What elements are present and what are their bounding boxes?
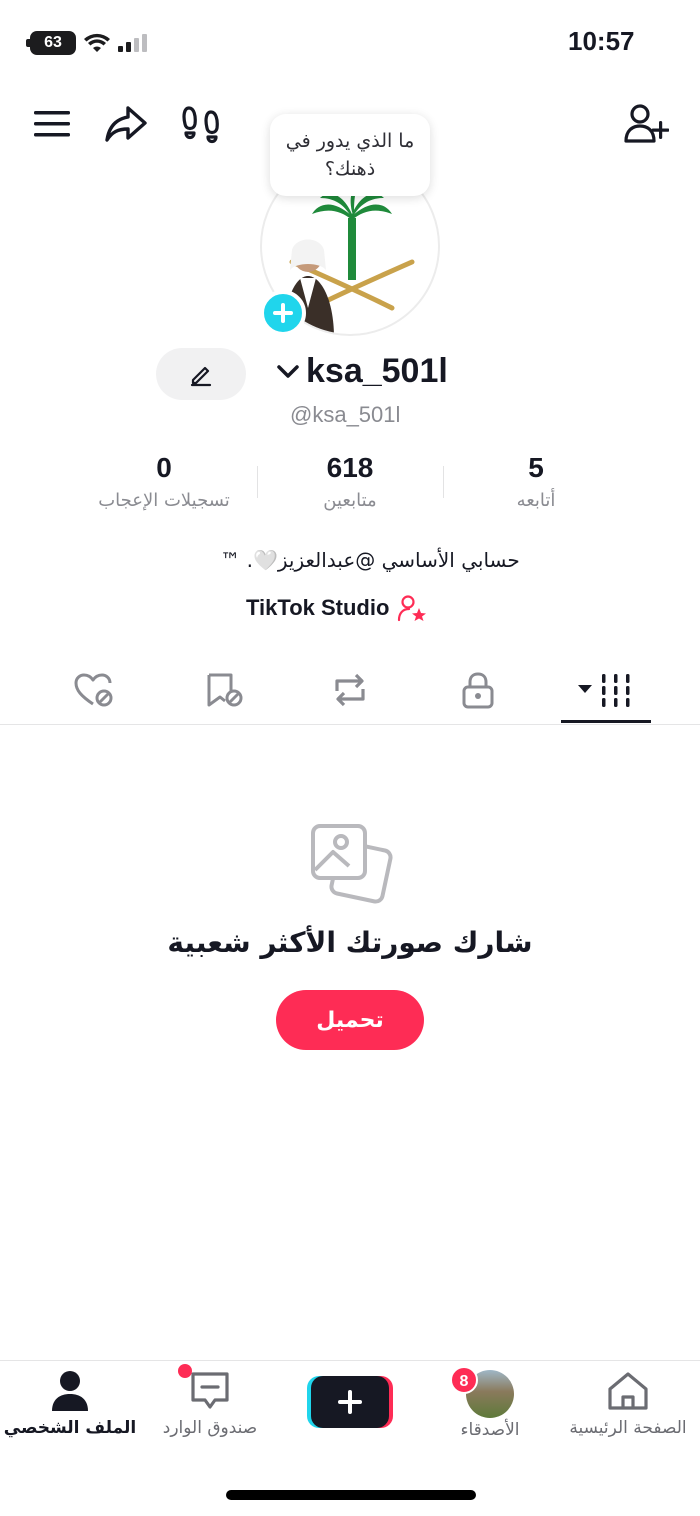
tab-reposts[interactable]	[320, 664, 380, 716]
edit-profile-button[interactable]	[156, 348, 246, 400]
favorites-hidden-icon	[207, 673, 243, 707]
photo-stack-icon	[311, 824, 393, 904]
add-user-icon	[624, 104, 669, 143]
tab-liked[interactable]	[64, 664, 124, 716]
menu-button[interactable]	[28, 100, 76, 148]
followers-count: 618	[326, 452, 374, 483]
nav-profile[interactable]: الملف الشخصي	[0, 1370, 150, 1438]
profile-views-button[interactable]	[178, 100, 226, 148]
inbox-notification-dot	[178, 1364, 192, 1378]
creator-star-icon	[398, 595, 427, 622]
tab-posts[interactable]	[574, 664, 638, 716]
tab-favorites[interactable]	[194, 664, 254, 716]
profile-bio: حسابي الأساسي @عبدالعزيز🤍. ™	[220, 548, 520, 572]
likes-count: 0	[156, 452, 172, 483]
chevron-down-icon	[277, 364, 299, 378]
note-bubble-text: ما الذي يدور في ذهنك؟	[285, 130, 415, 180]
bottom-nav-divider	[0, 1360, 700, 1361]
followers-label: متابعين	[323, 490, 377, 511]
battery-indicator: 63	[26, 31, 76, 55]
username-switcher[interactable]: ksa_501l	[276, 352, 448, 391]
following-stat[interactable]: 5 أتابعه	[436, 452, 636, 511]
add-friend-button[interactable]	[622, 100, 670, 148]
tabs-divider	[0, 724, 700, 725]
signal-icon	[118, 34, 147, 52]
share-profile-button[interactable]	[102, 100, 150, 148]
nav-friends-label: الأصدقاء	[460, 1420, 520, 1440]
home-icon	[608, 1372, 648, 1410]
liked-hidden-icon	[74, 673, 113, 707]
inbox-icon	[191, 1372, 229, 1409]
active-tab-indicator	[561, 720, 651, 723]
grid-icon	[578, 674, 630, 707]
following-count: 5	[528, 452, 544, 483]
studio-label: TikTok Studio	[246, 595, 390, 620]
nav-home-label: الصفحة الرئيسية	[569, 1418, 687, 1438]
footprints-icon	[182, 106, 219, 144]
nav-profile-label: الملف الشخصي	[3, 1418, 137, 1438]
create-button[interactable]	[311, 1376, 389, 1428]
likes-stat[interactable]: 0 تسجيلات الإعجاب	[64, 452, 264, 511]
friends-badge: 8	[450, 1366, 478, 1394]
share-icon	[105, 106, 147, 142]
likes-label: تسجيلات الإعجاب	[98, 490, 230, 511]
nav-friends[interactable]: الأصدقاء	[410, 1370, 570, 1440]
tab-private[interactable]	[448, 664, 508, 716]
wifi-icon	[84, 33, 110, 52]
repost-icon	[335, 673, 365, 707]
add-story-button[interactable]	[260, 290, 306, 336]
profile-icon	[52, 1371, 88, 1411]
followers-stat[interactable]: 618 متابعين	[250, 452, 450, 511]
user-handle: @ksa_501l	[290, 402, 401, 427]
status-time: 10:57	[568, 26, 635, 56]
plus-icon	[273, 303, 293, 323]
tiktok-studio-link[interactable]: TikTok Studio	[246, 594, 466, 622]
home-indicator	[226, 1490, 476, 1500]
pencil-icon	[190, 366, 212, 387]
empty-state-title: شارك صورتك الأكثر شعبية	[167, 926, 533, 959]
following-label: أتابعه	[516, 490, 556, 511]
lock-icon	[462, 672, 494, 709]
menu-icon	[34, 111, 70, 137]
nav-inbox-label: صندوق الوارد	[162, 1418, 258, 1438]
nav-home[interactable]: الصفحة الرئيسية	[548, 1370, 700, 1438]
upload-button[interactable]: تحميل	[276, 990, 424, 1050]
nav-inbox[interactable]: صندوق الوارد	[130, 1370, 290, 1438]
note-bubble[interactable]: ما الذي يدور في ذهنك؟	[270, 114, 430, 196]
plus-icon	[338, 1390, 362, 1414]
username: ksa_501l	[306, 352, 448, 390]
